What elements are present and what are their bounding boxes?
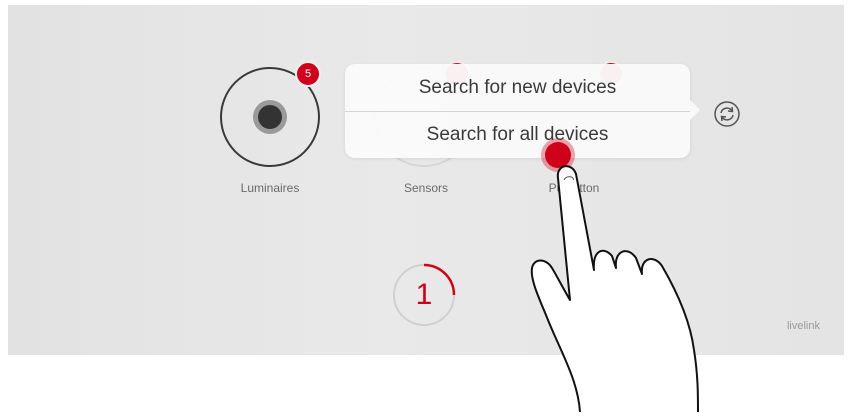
device-luminaires[interactable]: 5 bbox=[220, 61, 321, 167]
search-new-devices-option[interactable]: Search for new devices bbox=[345, 65, 690, 111]
search-popover: Search for new devices Search for all de… bbox=[345, 64, 700, 158]
brand-logo: livelink bbox=[786, 320, 820, 332]
luminaires-badge: 5 bbox=[295, 61, 321, 87]
luminaires-dot bbox=[258, 105, 282, 129]
popover-arrow bbox=[690, 100, 700, 120]
counter-value: 1 bbox=[415, 278, 433, 311]
device-label-luminaires: Luminaires bbox=[240, 181, 300, 195]
refresh-icon[interactable] bbox=[714, 101, 740, 127]
step-counter: 1 bbox=[391, 262, 457, 328]
device-label-sensors: Sensors bbox=[403, 181, 449, 195]
pointing-hand-icon bbox=[530, 165, 699, 413]
